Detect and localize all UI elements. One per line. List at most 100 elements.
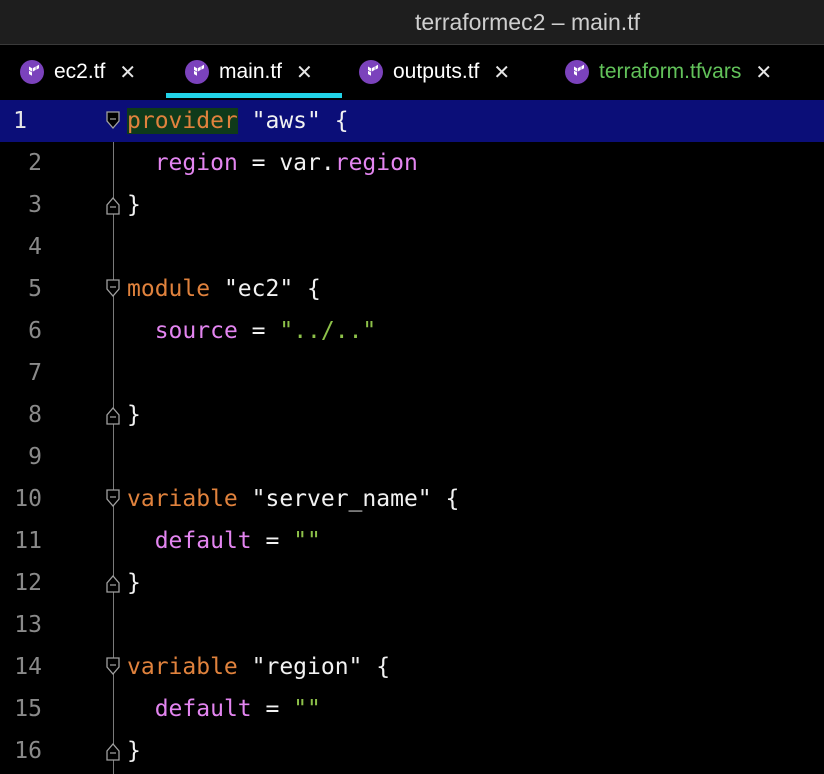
code-token: = <box>237 318 280 344</box>
code-line[interactable]: 16} <box>0 730 824 772</box>
line-number: 7 <box>28 360 42 386</box>
code-token: } <box>127 192 141 218</box>
code-token: } <box>127 738 141 764</box>
ide-window: terraformec2 – main.tf ec2.tf ✕ main.tf … <box>0 0 824 774</box>
code-line[interactable]: 8} <box>0 394 824 436</box>
fold-end-icon[interactable] <box>106 405 120 425</box>
property-token: default <box>154 528 252 554</box>
code-token: = var. <box>237 150 335 176</box>
line-number: 1 <box>13 108 27 134</box>
line-number: 16 <box>14 738 42 764</box>
active-tab-indicator <box>166 93 342 98</box>
line-number: 14 <box>14 654 42 680</box>
fold-collapse-icon[interactable] <box>106 489 120 509</box>
code-token: = <box>251 528 294 554</box>
code-line[interactable]: 5 module "ec2" { <box>0 268 824 310</box>
fold-end-icon[interactable] <box>106 195 120 215</box>
code-token: } <box>127 570 141 596</box>
code-text: variable "server_name" { <box>127 478 459 520</box>
line-number: 2 <box>28 150 42 176</box>
close-icon[interactable]: ✕ <box>296 60 313 85</box>
line-number: 4 <box>28 234 42 260</box>
code-text: } <box>127 394 141 436</box>
title-bar: terraformec2 – main.tf <box>0 0 824 44</box>
line-number: 12 <box>14 570 42 596</box>
code-text: } <box>127 730 141 772</box>
line-number: 9 <box>28 444 42 470</box>
line-number: 11 <box>14 528 42 554</box>
fold-end-icon[interactable] <box>106 573 120 593</box>
line-number: 10 <box>14 486 42 512</box>
line-number: 6 <box>28 318 42 344</box>
tab-ec2-tf[interactable]: ec2.tf ✕ <box>20 45 136 99</box>
line-number: 5 <box>28 276 42 302</box>
code-line[interactable]: 6 source = "../.." <box>0 310 824 352</box>
code-line[interactable]: 2 region = var.region <box>0 142 824 184</box>
property-token: default <box>154 696 252 722</box>
line-number: 15 <box>14 696 42 722</box>
code-text: variable "region" { <box>127 646 390 688</box>
tab-terraform-tfvars[interactable]: terraform.tfvars ✕ <box>565 45 772 99</box>
code-line[interactable]: 12} <box>0 562 824 604</box>
fold-collapse-icon[interactable] <box>106 279 120 299</box>
code-text: } <box>127 184 141 226</box>
line-number: 3 <box>28 192 42 218</box>
code-token: "ec2" { <box>210 276 321 302</box>
tab-label: main.tf <box>219 60 283 83</box>
fold-end-icon[interactable] <box>106 741 120 761</box>
close-icon[interactable]: ✕ <box>119 60 136 85</box>
code-line[interactable]: 7 <box>0 352 824 394</box>
code-line[interactable]: 13 <box>0 604 824 646</box>
tab-outputs-tf[interactable]: outputs.tf ✕ <box>359 45 510 99</box>
code-text: module "ec2" { <box>127 268 321 310</box>
property-token: region <box>334 150 418 176</box>
code-line[interactable]: 15 default = "" <box>0 688 824 730</box>
string-token: "" <box>293 696 321 722</box>
line-number: 13 <box>14 612 42 638</box>
close-icon[interactable]: ✕ <box>755 60 772 85</box>
terraform-icon <box>20 60 44 84</box>
code-line[interactable]: 9 <box>0 436 824 478</box>
line-number: 8 <box>28 402 42 428</box>
code-text: default = "" <box>127 688 321 730</box>
code-line[interactable]: 10 variable "server_name" { <box>0 478 824 520</box>
keyword-token: module <box>127 276 211 302</box>
code-token: } <box>127 402 141 428</box>
code-line[interactable]: 3} <box>0 184 824 226</box>
string-token: "../.." <box>279 318 377 344</box>
property-token: source <box>154 318 238 344</box>
code-token: "region" { <box>237 654 391 680</box>
tab-label: terraform.tfvars <box>599 60 742 83</box>
code-line[interactable]: 14 variable "region" { <box>0 646 824 688</box>
fold-collapse-icon[interactable] <box>106 111 120 131</box>
code-text: default = "" <box>127 520 321 562</box>
terraform-icon <box>359 60 383 84</box>
keyword-token: variable <box>127 486 238 512</box>
code-token: = <box>251 696 294 722</box>
terraform-icon <box>565 60 589 84</box>
code-line[interactable]: 1 provider "aws" { <box>0 100 824 142</box>
code-text: } <box>127 562 141 604</box>
tab-label: outputs.tf <box>393 60 480 83</box>
code-line[interactable]: 4 <box>0 226 824 268</box>
keyword-token: provider <box>127 108 238 134</box>
code-editor[interactable]: 1 provider "aws" {2 region = var.region 3}… <box>0 100 824 774</box>
window-title: terraformec2 – main.tf <box>415 9 640 35</box>
keyword-token: variable <box>127 654 238 680</box>
tab-main-tf[interactable]: main.tf ✕ <box>185 45 313 99</box>
close-icon[interactable]: ✕ <box>493 60 510 85</box>
code-token: "server_name" { <box>237 486 460 512</box>
code-text: provider "aws" { <box>127 100 349 142</box>
property-token: region <box>154 150 238 176</box>
fold-collapse-icon[interactable] <box>106 657 120 677</box>
code-line[interactable]: 11 default = "" <box>0 520 824 562</box>
terraform-icon <box>185 60 209 84</box>
tab-bar: ec2.tf ✕ main.tf ✕ outputs.tf ✕ terrafor… <box>0 44 824 99</box>
tab-label: ec2.tf <box>54 60 106 83</box>
string-token: "" <box>293 528 321 554</box>
code-token: "aws" { <box>237 108 349 134</box>
